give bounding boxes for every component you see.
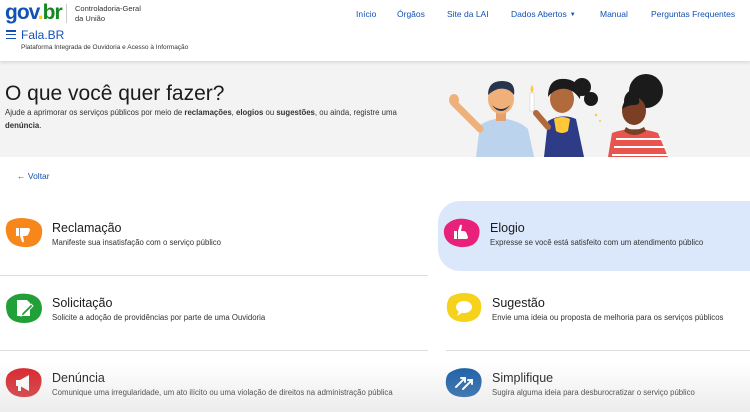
nav-manual[interactable]: Manual — [600, 9, 628, 19]
caret-down-icon: ▼ — [569, 12, 576, 18]
arrows-icon — [445, 368, 482, 398]
nav-site-lai[interactable]: Site da LAI — [447, 9, 489, 19]
option-sugestao[interactable]: Sugestão Envie uma ideia ou proposta de … — [440, 276, 750, 346]
app-title[interactable]: Fala.BR — [21, 28, 64, 42]
back-link-label: Voltar — [27, 171, 50, 181]
org-name-line2: da União — [75, 13, 106, 23]
option-elogio-title: Elogio — [490, 221, 525, 235]
logo-br: br — [42, 1, 63, 24]
arrow-left-icon: ← — [17, 171, 26, 181]
option-denuncia-desc: Comunique uma irregularidade, um ato ilí… — [52, 388, 393, 397]
app-header: Fala.BR Plataforma Integrada de Ouvidori… — [0, 27, 750, 61]
hero-banner: O que você quer fazer? Ajude a aprimorar… — [0, 61, 750, 157]
option-solicitacao[interactable]: Solicitação Solicite a adoção de providê… — [0, 276, 310, 346]
option-denuncia-title: Denúncia — [52, 371, 105, 385]
option-solicitacao-desc: Solicite a adoção de providências por pa… — [52, 313, 266, 322]
option-simplifique-title: Simplifique — [492, 371, 554, 385]
people-illustration-icon — [449, 74, 668, 157]
option-reclamacao[interactable]: Reclamação Manifeste sua insatisfação co… — [0, 201, 310, 271]
option-reclamacao-desc: Manifeste sua insatisfação com o serviço… — [52, 238, 222, 247]
govbr-logo[interactable]: gov.br — [5, 1, 63, 24]
option-denuncia[interactable]: Denúncia Comunique uma irregularidade, u… — [0, 351, 440, 412]
megaphone-icon — [5, 368, 42, 398]
org-name: Controladoria-Geral da União — [75, 4, 155, 23]
app-subtitle: Plataforma Integrada de Ouvidoria e Aces… — [21, 44, 189, 51]
nav-dados-abertos[interactable]: Dados Abertos ▼ — [511, 9, 576, 19]
option-simplifique[interactable]: Simplifique Sugira alguma ideia para des… — [440, 351, 750, 412]
page-title: O que você quer fazer? — [5, 82, 225, 105]
option-solicitacao-title: Solicitação — [52, 296, 113, 310]
govbr-topbar: gov.br Controladoria-Geral da União Iníc… — [0, 0, 750, 27]
option-sugestao-title: Sugestão — [492, 296, 545, 310]
nav-dados-abertos-label: Dados Abertos — [511, 9, 567, 19]
nav-perguntas-frequentes[interactable]: Perguntas Frequentes — [651, 9, 735, 19]
logo-gov: gov — [5, 1, 39, 24]
thumbs-down-icon — [5, 218, 43, 248]
thumbs-up-icon — [443, 218, 480, 248]
document-pencil-icon — [6, 293, 42, 323]
menu-icon[interactable] — [6, 30, 16, 39]
option-reclamacao-title: Reclamação — [52, 221, 122, 235]
option-elogio[interactable]: Elogio Expresse se você está satisfeito … — [438, 201, 750, 271]
speech-bubble-icon — [446, 293, 482, 322]
nav-inicio[interactable]: Início — [356, 9, 376, 19]
page-description: Ajude a aprimorar os serviços públicos p… — [5, 108, 397, 130]
option-simplifique-desc: Sugira alguma ideia para desburocratizar… — [492, 388, 695, 397]
back-link[interactable]: ← Voltar — [17, 171, 50, 181]
option-elogio-desc: Expresse se você está satisfeito com um … — [490, 238, 704, 247]
org-name-line1: Controladoria-Geral — [75, 4, 141, 13]
logo-divider — [66, 4, 67, 23]
nav-orgaos[interactable]: Órgãos — [397, 9, 425, 19]
option-sugestao-desc: Envie uma ideia ou proposta de melhoria … — [492, 313, 724, 322]
